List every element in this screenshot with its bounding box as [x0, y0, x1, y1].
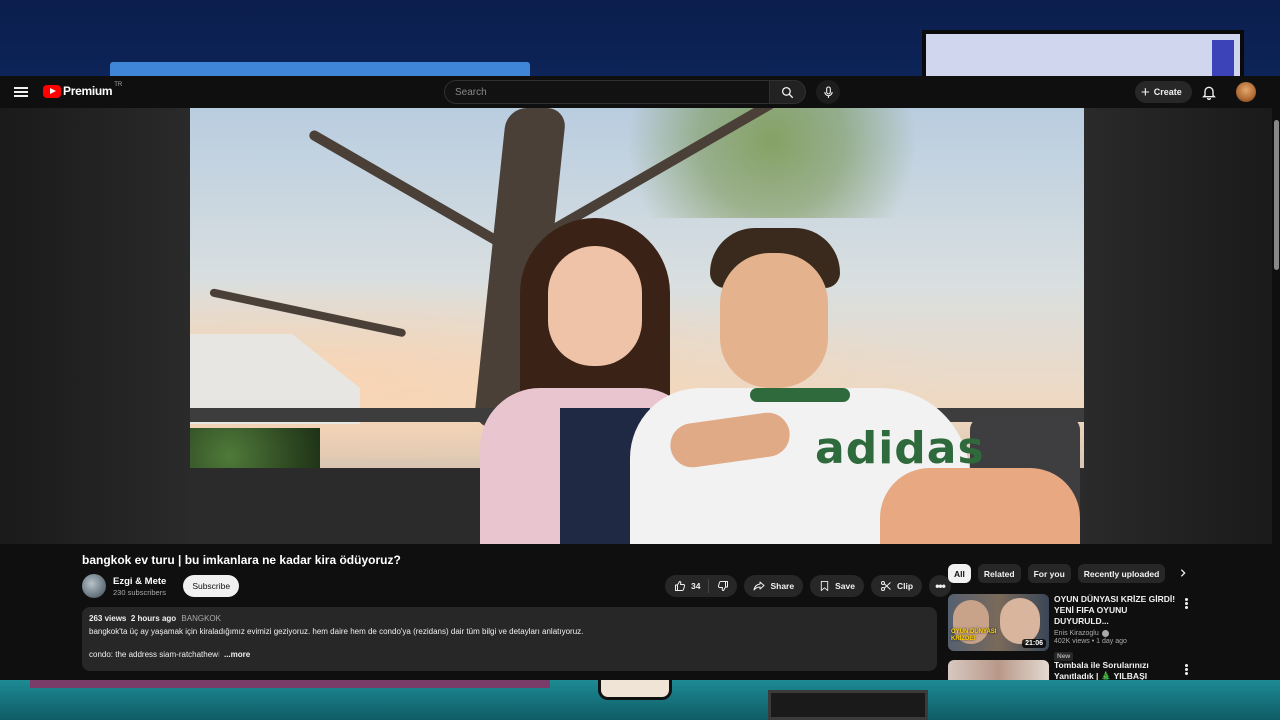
chip-all[interactable]: All: [948, 564, 971, 583]
logo-country-code: TR: [114, 82, 123, 88]
description-box[interactable]: 263 views 2 hours ago BANGKOK bangkok'ta…: [82, 607, 937, 671]
description-meta: 263 views 2 hours ago BANGKOK: [89, 614, 930, 623]
more-options-icon[interactable]: [1182, 663, 1190, 675]
player-area: adidas: [0, 108, 1272, 544]
like-count: 34: [691, 581, 701, 591]
notifications-bell-icon[interactable]: [1201, 84, 1217, 100]
page-scrollbar[interactable]: [1272, 108, 1280, 680]
desktop-pixel-window: [922, 30, 1244, 76]
search-icon: [781, 86, 794, 98]
clip-label: Clip: [896, 581, 914, 591]
thumbnail-text: OYUN DÜNYASI KRİZDE!: [951, 629, 997, 642]
scrollbar-thumb[interactable]: [1274, 120, 1279, 270]
recommendation-stats: 402K views • 1 day ago: [1054, 637, 1127, 645]
dislike-button[interactable]: [709, 575, 737, 597]
voice-search-button[interactable]: [816, 80, 840, 104]
recommendation-channel[interactable]: Enis Kirazoglu: [1054, 630, 1099, 637]
video-duration: 21:06: [1022, 639, 1046, 648]
description-more-link[interactable]: ...more: [224, 650, 250, 659]
youtube-play-icon: [43, 84, 61, 98]
view-count: 263 views: [89, 614, 127, 623]
channel-avatar[interactable]: [82, 574, 106, 598]
create-label: Create: [1153, 87, 1182, 97]
more-options-icon[interactable]: [1182, 597, 1190, 609]
description-address: condo: the address siam-ratchathew: [89, 650, 218, 659]
search-button[interactable]: [770, 80, 806, 104]
logo-text: Premium: [63, 84, 113, 98]
filter-chips: All Related For you Recently uploaded: [948, 564, 1188, 583]
chip-related[interactable]: Related: [977, 564, 1021, 583]
desktop-pixel-gamepad: [768, 690, 928, 720]
thumbs-up-icon: [675, 581, 686, 591]
chip-recently-uploaded[interactable]: Recently uploaded: [1077, 564, 1166, 583]
recommendation-info: OYUN DÜNYASI KRİZE GİRDİ! YENİ FIFA OYUN…: [1054, 594, 1178, 663]
channel-name[interactable]: Ezgi & Mete: [113, 576, 166, 587]
description-fade: i: [217, 650, 220, 659]
share-label: Share: [770, 581, 795, 591]
search-input[interactable]: [444, 80, 770, 104]
scissors-icon: [880, 581, 891, 591]
subscriber-count: 230 subscribers: [113, 587, 166, 597]
microphone-icon: [823, 85, 833, 98]
video-actions: 34 Share Save Clip •••: [665, 575, 952, 597]
video-title: bangkok ev turu | bu imkanlara ne kadar …: [82, 553, 401, 567]
plus-icon: +: [1141, 83, 1150, 101]
shirt-logo-text: adidas: [815, 423, 985, 474]
description-text: bangkok'ta üç ay yaşamak için kiraladığı…: [89, 627, 584, 636]
upload-time: 2 hours ago: [130, 614, 177, 623]
share-icon: [753, 581, 765, 591]
chevron-right-icon[interactable]: [1178, 565, 1188, 583]
ellipsis-icon: •••: [935, 579, 946, 593]
chip-for-you[interactable]: For you: [1027, 564, 1071, 583]
verified-icon: [1101, 629, 1109, 637]
desktop-window-tab: [110, 62, 530, 76]
search-bar: [444, 80, 840, 104]
desktop-pixel-hand: [598, 680, 672, 700]
clip-button[interactable]: Clip: [870, 575, 923, 597]
like-dislike-group: 34: [665, 575, 738, 597]
channel-row: Ezgi & Mete 230 subscribers Subscribe: [82, 574, 240, 598]
recommendation-title[interactable]: OYUN DÜNYASI KRİZE GİRDİ! YENİ FIFA OYUN…: [1054, 594, 1178, 627]
recommendation-info: Tombala ile Sorularınızı Yanıtladık | 🎄 …: [1054, 660, 1178, 680]
location-tag[interactable]: BANGKOK: [181, 614, 221, 623]
recommendation-thumbnail[interactable]: OYUN DÜNYASI KRİZDE! 21:06: [948, 594, 1049, 651]
video-person-man: adidas: [630, 228, 1080, 544]
share-button[interactable]: Share: [744, 575, 804, 597]
create-button[interactable]: + Create: [1135, 81, 1192, 103]
video-player[interactable]: adidas: [190, 108, 1084, 544]
account-avatar[interactable]: [1236, 82, 1256, 102]
recommendation-channel-row: Enis Kirazoglu: [1054, 629, 1178, 637]
thumbs-down-icon: [718, 581, 729, 591]
menu-icon[interactable]: [14, 85, 28, 99]
youtube-window: Premium TR + Create: [0, 76, 1280, 680]
desktop-bottom-strip: [30, 680, 550, 688]
bookmark-icon: [820, 580, 829, 592]
youtube-logo[interactable]: Premium TR: [43, 82, 123, 98]
recommendation-title[interactable]: Tombala ile Sorularınızı Yanıtladık | 🎄 …: [1054, 660, 1178, 680]
channel-meta: Ezgi & Mete 230 subscribers: [113, 576, 166, 597]
top-bar: Premium TR + Create: [0, 76, 1280, 108]
recommendation-item[interactable]: Tombala ile Sorularınızı Yanıtladık | 🎄 …: [948, 660, 1248, 680]
save-button[interactable]: Save: [810, 575, 864, 597]
description-second-line: condo: the address siam-ratchathewi ...m…: [89, 650, 930, 659]
subscribe-button[interactable]: Subscribe: [183, 575, 240, 597]
like-button[interactable]: 34: [665, 579, 710, 593]
recommendation-item[interactable]: OYUN DÜNYASI KRİZDE! 21:06 OYUN DÜNYASI …: [948, 594, 1248, 663]
save-label: Save: [835, 581, 855, 591]
recommendation-thumbnail[interactable]: [948, 660, 1049, 680]
